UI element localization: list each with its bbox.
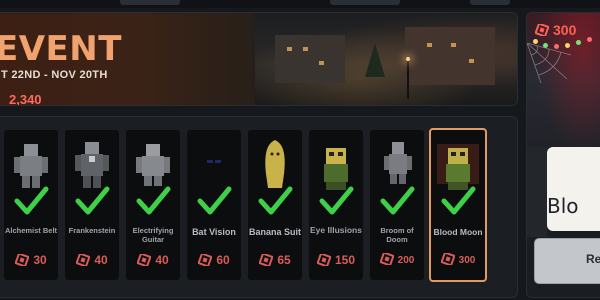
detail-shadow [527, 147, 547, 237]
item-price: 300 [431, 253, 485, 266]
item-name: Banana Suit [248, 227, 301, 237]
detail-card-label: Blo [547, 194, 579, 218]
top-tab[interactable] [330, 0, 400, 5]
item-price-value: 200 [397, 255, 415, 266]
window-light [427, 43, 432, 47]
item-card[interactable]: Frankenstein 40 [64, 129, 120, 281]
character-figure-icon [75, 142, 109, 188]
redeem-button-label: Re [586, 252, 600, 266]
character-figure-icon [136, 144, 170, 186]
spider-web-icon [527, 43, 571, 83]
check-icon [441, 186, 476, 215]
item-price-value: 40 [155, 253, 169, 267]
window-light [469, 59, 474, 63]
item-price: 60 [187, 253, 241, 267]
item-card[interactable]: Bat Vision 60 [186, 129, 242, 281]
check-icon [258, 186, 293, 215]
item-price-value: 30 [33, 253, 47, 267]
ticket-icon [316, 254, 331, 266]
check-icon [197, 186, 232, 215]
item-price: 40 [126, 253, 180, 267]
item-card[interactable]: Eye Illusions 150 [308, 129, 364, 281]
character-figure-icon [14, 144, 48, 188]
item-card-selected[interactable]: Blood Moon 300 [429, 128, 487, 282]
blood-moon-figure-icon [437, 144, 479, 190]
check-icon [380, 186, 415, 215]
character-figure-icon [324, 148, 348, 190]
detail-price-value: 300 [553, 22, 577, 38]
check-icon [75, 186, 110, 215]
item-card[interactable]: Alchemist Belt 30 [3, 129, 59, 281]
item-price: 40 [65, 253, 119, 267]
item-price: 200 [370, 253, 424, 266]
banner-points: 2,340 [9, 92, 42, 106]
item-price: 30 [4, 253, 58, 267]
item-price-value: 300 [458, 255, 476, 266]
item-name: Frankenstein [68, 226, 116, 235]
item-price: 150 [309, 253, 363, 267]
top-strip [0, 0, 600, 8]
ticket-icon [259, 254, 274, 266]
window-light [319, 61, 324, 65]
ticket-icon [198, 254, 213, 266]
item-price-value: 65 [277, 253, 291, 267]
ticket-icon [15, 254, 30, 266]
item-price-value: 150 [334, 253, 356, 267]
item-card[interactable]: Banana Suit 65 [247, 129, 303, 281]
detail-price: 300 [535, 22, 576, 38]
ticket-icon [379, 253, 394, 265]
window-light [451, 43, 456, 47]
item-card[interactable]: Electrifying Guitar 40 [125, 129, 181, 281]
ticket-icon [535, 24, 549, 36]
house-shape [275, 35, 345, 83]
broom-figure-icon [384, 142, 412, 184]
check-icon [136, 186, 171, 215]
window-light [303, 47, 308, 51]
item-card[interactable]: Broom of Doom 200 [369, 129, 425, 281]
item-price-value: 60 [216, 253, 230, 267]
banner-dates: T 22ND - NOV 20TH [1, 69, 108, 81]
item-name: Eye Illusions [310, 225, 362, 235]
ticket-icon [440, 253, 455, 265]
item-price: 65 [248, 253, 302, 267]
house-shape [405, 27, 495, 85]
street-lamp [406, 57, 410, 61]
item-price-value: 40 [94, 253, 108, 267]
item-name: Alchemist Belt [4, 226, 58, 235]
ticket-icon [137, 254, 152, 266]
check-icon [319, 186, 354, 215]
item-name: Bat Vision [192, 227, 236, 237]
banana-suit-icon [265, 140, 285, 188]
ticket-icon [76, 254, 91, 266]
tree-shape [365, 43, 385, 77]
item-name: Blood Moon [433, 227, 483, 237]
item-name: Electrifying Guitar [132, 226, 174, 244]
banner-title: EVENT [0, 29, 122, 69]
window-light [287, 47, 292, 51]
event-banner: EVENT T 22ND - NOV 20TH 2,340 [0, 12, 518, 106]
bat-glasses-icon [207, 160, 221, 163]
item-name: Broom of Doom [380, 226, 414, 244]
check-icon [14, 186, 49, 215]
top-tab[interactable] [470, 0, 510, 5]
top-tab[interactable] [120, 0, 180, 5]
detail-card [547, 147, 600, 231]
banner-scene-image [255, 13, 517, 105]
items-panel: Alchemist Belt 30 Frankenstein 40 Electr… [0, 116, 518, 298]
street-pole [407, 59, 409, 99]
